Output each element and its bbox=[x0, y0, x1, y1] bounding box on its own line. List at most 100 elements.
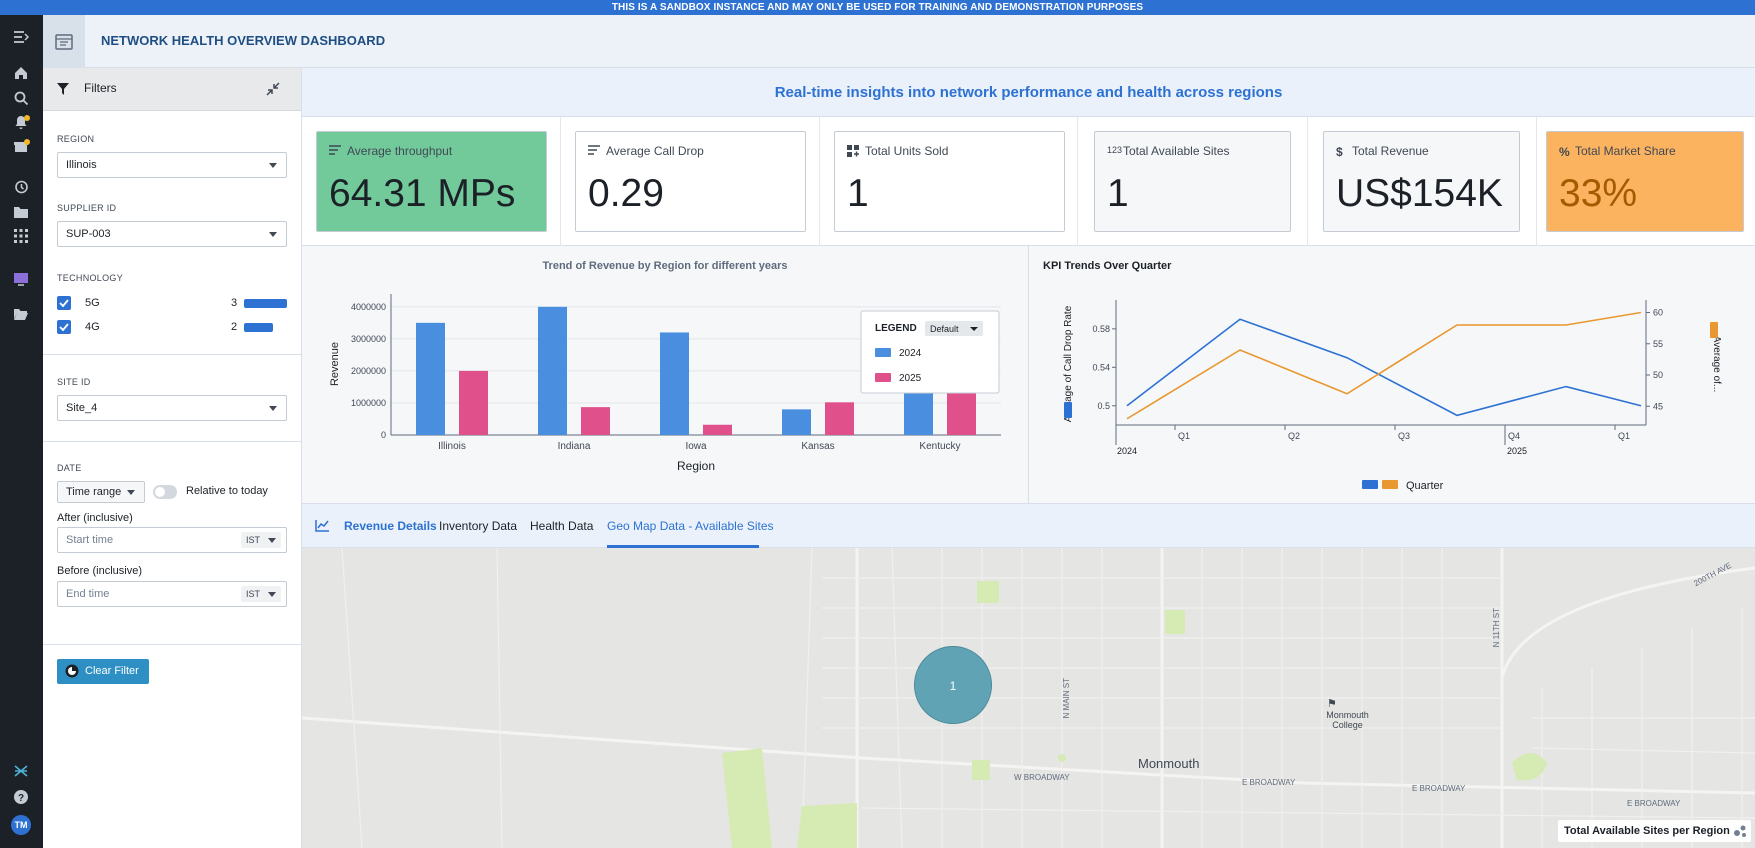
revenue-bar-chart: Trend of Revenue by Region for different… bbox=[329, 260, 1001, 473]
kpi-label: Total Revenue bbox=[1352, 144, 1429, 158]
site-select[interactable]: Site_4 bbox=[57, 395, 287, 421]
x-year-label: 2025 bbox=[1507, 446, 1527, 456]
tab-geo-map-data[interactable]: Geo Map Data - Available Sites bbox=[607, 519, 774, 533]
date-mode-select[interactable]: Time range bbox=[57, 481, 145, 503]
relative-toggle[interactable] bbox=[153, 485, 177, 499]
kpi-label: Average throughput bbox=[347, 144, 453, 158]
y-left-tick-label: 0.54 bbox=[1092, 362, 1110, 372]
x-year-label: 2024 bbox=[1117, 446, 1137, 456]
end-time-input[interactable]: End time IST bbox=[57, 581, 287, 607]
technology-5g-bar bbox=[244, 299, 287, 308]
y-right-tick-label: 45 bbox=[1653, 401, 1663, 411]
geo-map[interactable]: 1 N MAIN ST N 11TH ST W BROADWAY E BROAD… bbox=[302, 548, 1755, 848]
kpi-value: 1 bbox=[1107, 172, 1129, 215]
bar-2025-kansas bbox=[825, 402, 854, 435]
bar-2025-illinois bbox=[459, 370, 488, 435]
notification-dot bbox=[24, 115, 30, 121]
y-tick-label: 2000000 bbox=[351, 366, 386, 376]
numeric-icon: 123 bbox=[1107, 145, 1123, 155]
text-align-icon bbox=[329, 145, 341, 158]
dashboard-app-icon bbox=[43, 15, 85, 68]
filter-icon bbox=[57, 83, 69, 95]
date-label: DATE bbox=[57, 463, 82, 473]
x-tick-label: Kentucky bbox=[919, 441, 960, 452]
street-label: W BROADWAY bbox=[1014, 773, 1070, 782]
map-legend[interactable]: Total Available Sites per Region bbox=[1558, 820, 1751, 842]
timezone-value: IST bbox=[246, 535, 261, 545]
end-time-placeholder: End time bbox=[66, 588, 110, 600]
menu-expand-icon[interactable] bbox=[12, 28, 30, 46]
kpi-label: Total Available Sites bbox=[1123, 144, 1230, 158]
kpi-card-market-share: % Total Market Share 33% bbox=[1546, 131, 1744, 232]
date-mode-value: Time range bbox=[66, 486, 122, 498]
apps-grid-icon[interactable] bbox=[12, 227, 30, 245]
chevron-down-icon bbox=[268, 592, 276, 597]
percent-icon: % bbox=[1559, 145, 1570, 159]
tab-inventory-data[interactable]: Inventory Data bbox=[439, 519, 517, 533]
series-line-1 bbox=[1126, 311, 1642, 420]
y-tick-label: 0 bbox=[381, 430, 386, 440]
chevron-down-icon bbox=[269, 406, 277, 411]
bar-2024-illinois bbox=[416, 322, 445, 435]
kpi-value: 1 bbox=[847, 172, 869, 215]
kpi-label: Average Call Drop bbox=[606, 144, 704, 158]
help-icon[interactable]: ? bbox=[12, 788, 30, 806]
city-label: Monmouth bbox=[1138, 756, 1200, 771]
history-icon[interactable] bbox=[12, 178, 30, 196]
start-time-placeholder: Start time bbox=[66, 534, 114, 546]
technology-5g-count: 3 bbox=[231, 297, 238, 309]
y-right-tick-label: 50 bbox=[1653, 370, 1663, 380]
tab-health-data[interactable]: Health Data bbox=[530, 519, 593, 533]
technology-5g-checkbox[interactable] bbox=[57, 296, 71, 310]
supplier-label: SUPPLIER ID bbox=[57, 203, 117, 213]
kpi-line-chart: KPI Trends Over Quarter 0.5 0.54 0.58 45 50 55… bbox=[1043, 260, 1722, 492]
clear-filter-button[interactable]: Clear Filter bbox=[57, 659, 149, 684]
chevron-down-icon bbox=[127, 490, 135, 495]
x-tick-label: Iowa bbox=[685, 441, 707, 452]
supplier-select[interactable]: SUP-003 bbox=[57, 221, 287, 247]
dashboard-icon[interactable] bbox=[12, 270, 30, 288]
user-avatar[interactable]: TM bbox=[11, 815, 31, 835]
region-value: Illinois bbox=[66, 159, 97, 171]
site-label: SITE ID bbox=[57, 377, 91, 387]
technology-4g-bar bbox=[244, 323, 273, 332]
site-cluster-marker[interactable]: 1 bbox=[914, 646, 992, 724]
x-axis-label: Region bbox=[677, 459, 715, 473]
dollar-icon: $ bbox=[1336, 145, 1343, 159]
kpi-value: 0.29 bbox=[588, 172, 664, 215]
technology-label: TECHNOLOGY bbox=[57, 273, 124, 283]
chart-row: Trend of Revenue by Region for different… bbox=[302, 246, 1755, 504]
dashboard-subtitle: Real-time insights into network performa… bbox=[302, 68, 1755, 117]
folder-open-icon[interactable] bbox=[12, 305, 30, 323]
street-label: E BROADWAY bbox=[1627, 799, 1681, 808]
chart-title: KPI Trends Over Quarter bbox=[1043, 260, 1172, 272]
y-right-swatch bbox=[1710, 322, 1718, 338]
street-label: E BROADWAY bbox=[1412, 784, 1466, 793]
timezone-select[interactable]: IST bbox=[241, 532, 281, 548]
search-icon[interactable] bbox=[12, 89, 30, 107]
series-line-0 bbox=[1126, 318, 1642, 417]
clear-filter-label: Clear Filter bbox=[85, 665, 139, 677]
college-label: Monmouth College bbox=[1326, 710, 1369, 730]
y-tick-label: 1000000 bbox=[351, 398, 386, 408]
timezone-select[interactable]: IST bbox=[241, 586, 281, 602]
home-icon[interactable] bbox=[12, 64, 30, 82]
region-select[interactable]: Illinois bbox=[57, 152, 287, 178]
kpi-cell: Average throughput 64.31 MPs bbox=[302, 117, 561, 246]
supplier-value: SUP-003 bbox=[66, 228, 111, 240]
after-label: After (inclusive) bbox=[57, 512, 133, 524]
filter-divider bbox=[43, 644, 301, 645]
grid-plus-icon bbox=[847, 145, 859, 160]
filters-panel: Filters REGION Illinois SUPPLIER ID SUP-… bbox=[43, 68, 302, 848]
start-time-input[interactable]: Start time IST bbox=[57, 527, 287, 553]
street-label: E BROADWAY bbox=[1242, 778, 1296, 787]
y-right-tick-label: 55 bbox=[1653, 339, 1663, 349]
tab-revenue-details[interactable]: Revenue Details bbox=[344, 519, 437, 533]
chart-line-icon bbox=[315, 520, 329, 532]
region-label: REGION bbox=[57, 134, 95, 144]
technology-4g-checkbox[interactable] bbox=[57, 320, 71, 334]
collapse-icon[interactable] bbox=[266, 82, 280, 96]
y-right-tick-label: 60 bbox=[1653, 308, 1663, 318]
ontology-icon[interactable] bbox=[12, 762, 30, 780]
folder-icon[interactable] bbox=[12, 203, 30, 221]
